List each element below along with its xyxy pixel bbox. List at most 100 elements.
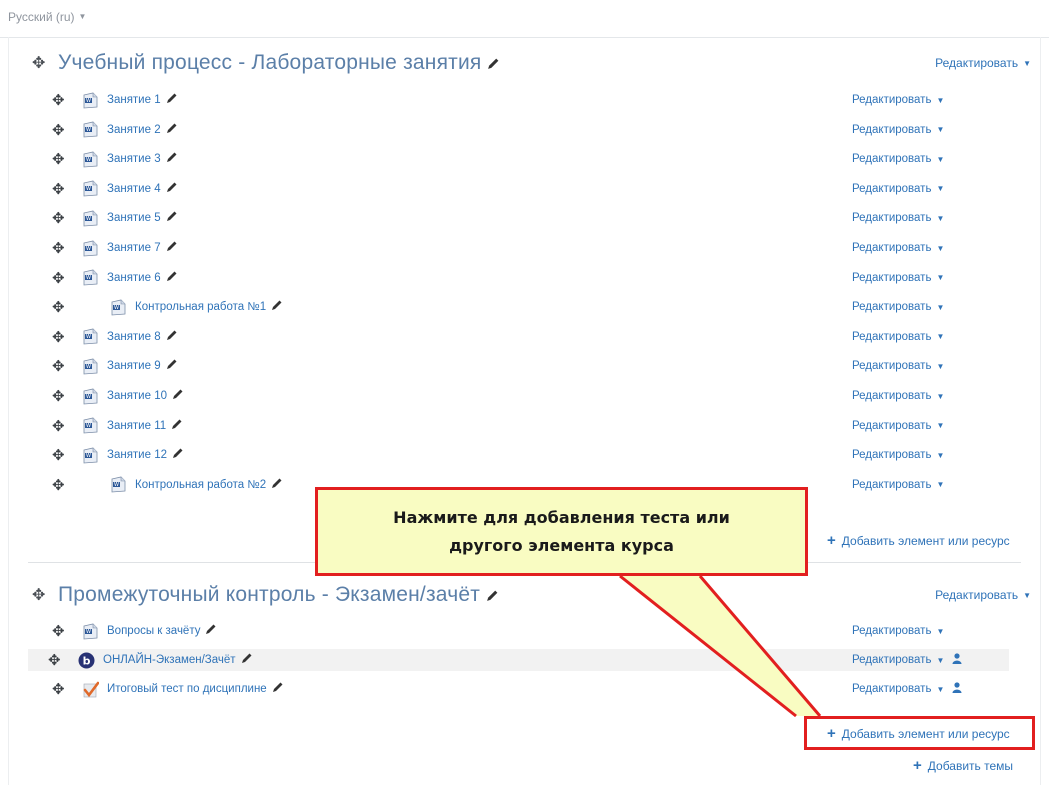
activity-edit-menu[interactable]: Редактировать ▼: [852, 625, 944, 637]
content-border-right: [1040, 37, 1041, 785]
activity-link[interactable]: Занятие 1: [107, 94, 161, 106]
move-icon[interactable]: ✥: [32, 53, 58, 73]
move-icon[interactable]: ✥: [52, 180, 78, 198]
activity-edit-menu[interactable]: Редактировать ▼: [852, 153, 944, 165]
activity-row[interactable]: ✥ W Занятие 12 Редактировать ▼: [32, 444, 1009, 466]
pencil-icon[interactable]: [166, 209, 178, 227]
pencil-icon[interactable]: [172, 387, 184, 405]
activity-row[interactable]: ✥ W Вопросы к зачёту Редактировать ▼: [32, 620, 1009, 642]
pencil-icon[interactable]: [171, 417, 183, 435]
move-icon[interactable]: ✥: [52, 680, 78, 698]
pencil-icon[interactable]: [166, 269, 178, 287]
pencil-icon[interactable]: [166, 121, 178, 139]
activity-edit-menu[interactable]: Редактировать ▼: [852, 653, 962, 667]
move-icon[interactable]: ✥: [52, 298, 78, 316]
activity-link[interactable]: Контрольная работа №2: [135, 479, 266, 491]
move-icon[interactable]: ✥: [32, 585, 58, 605]
move-icon[interactable]: ✥: [52, 357, 78, 375]
activity-row[interactable]: ✥ W Занятие 9 Редактировать ▼: [32, 355, 1009, 377]
pencil-icon[interactable]: [166, 91, 178, 109]
pencil-icon[interactable]: [272, 680, 284, 698]
activity-edit-menu[interactable]: Редактировать ▼: [852, 479, 944, 491]
activity-edit-menu[interactable]: Редактировать ▼: [852, 360, 944, 372]
pencil-icon[interactable]: [166, 150, 178, 168]
activity-edit-menu[interactable]: Редактировать ▼: [852, 682, 962, 696]
section-title[interactable]: Промежуточный контроль - Экзамен/зачёт: [58, 583, 480, 607]
move-icon[interactable]: ✥: [52, 622, 78, 640]
activity-row[interactable]: ✥ W Занятие 10 Редактировать ▼: [32, 385, 1009, 407]
activity-row[interactable]: ✥ W Занятие 5 Редактировать ▼: [32, 207, 1009, 229]
pencil-icon[interactable]: [166, 239, 178, 257]
move-icon[interactable]: ✥: [52, 476, 78, 494]
activity-row[interactable]: ✥ W Контрольная работа №1 Редактировать ▼: [32, 296, 1009, 318]
activity-row[interactable]: ✥ W Занятие 8 Редактировать ▼: [32, 326, 1009, 348]
activity-link[interactable]: Вопросы к зачёту: [107, 625, 200, 637]
activity-link[interactable]: Занятие 12: [107, 449, 167, 461]
activity-row[interactable]: ✥ W Занятие 6 Редактировать ▼: [32, 267, 1009, 289]
user-icon[interactable]: [952, 653, 962, 667]
activity-edit-menu[interactable]: Редактировать ▼: [852, 331, 944, 343]
activity-edit-menu[interactable]: Редактировать ▼: [852, 390, 944, 402]
pencil-icon[interactable]: [271, 298, 283, 316]
activity-row[interactable]: ✥ W Занятие 3 Редактировать ▼: [32, 148, 1009, 170]
move-icon[interactable]: ✥: [52, 91, 78, 109]
move-icon[interactable]: ✥: [52, 417, 78, 435]
pencil-icon[interactable]: [241, 651, 253, 669]
add-label: Добавить элемент или ресурс: [841, 533, 1010, 548]
activity-link[interactable]: Занятие 4: [107, 183, 161, 195]
activity-link[interactable]: Занятие 6: [107, 272, 161, 284]
section-edit-menu[interactable]: Редактировать ▼: [935, 588, 1031, 602]
move-icon[interactable]: ✥: [52, 121, 78, 139]
activity-edit-menu[interactable]: Редактировать ▼: [852, 94, 944, 106]
section-title[interactable]: Учебный процесс - Лабораторные занятия: [58, 51, 481, 75]
move-icon[interactable]: ✥: [52, 209, 78, 227]
edit-label: Редактировать: [852, 390, 932, 402]
activity-link[interactable]: Занятие 2: [107, 124, 161, 136]
pencil-icon[interactable]: [166, 328, 178, 346]
activity-edit-menu[interactable]: Редактировать ▼: [852, 272, 944, 284]
activity-row[interactable]: ✥ W Занятие 11 Редактировать ▼: [32, 415, 1009, 437]
activity-link[interactable]: Занятие 11: [107, 420, 166, 432]
pencil-icon[interactable]: [486, 589, 499, 602]
activity-edit-menu[interactable]: Редактировать ▼: [852, 449, 944, 461]
activity-edit-menu[interactable]: Редактировать ▼: [852, 212, 944, 224]
move-icon[interactable]: ✥: [52, 239, 78, 257]
activity-link[interactable]: Занятие 10: [107, 390, 167, 402]
activity-link[interactable]: Контрольная работа №1: [135, 301, 266, 313]
move-icon[interactable]: ✥: [48, 651, 74, 669]
activity-link[interactable]: Итоговый тест по дисциплине: [107, 683, 267, 695]
activity-link[interactable]: Занятие 8: [107, 331, 161, 343]
activity-row[interactable]: ✥ b ОНЛАЙН-Экзамен/Зачёт Редактировать ▼: [28, 649, 1009, 671]
user-icon[interactable]: [952, 682, 962, 696]
move-icon[interactable]: ✥: [52, 150, 78, 168]
language-selector[interactable]: Русский ‎(ru)‎ ▼: [8, 10, 86, 24]
pencil-icon[interactable]: [166, 357, 178, 375]
add-topics-button[interactable]: + Добавить темы: [913, 757, 1013, 774]
activity-link[interactable]: ОНЛАЙН-Экзамен/Зачёт: [103, 654, 236, 666]
activity-edit-menu[interactable]: Редактировать ▼: [852, 242, 944, 254]
activity-edit-menu[interactable]: Редактировать ▼: [852, 420, 944, 432]
activity-edit-menu[interactable]: Редактировать ▼: [852, 301, 944, 313]
pencil-icon[interactable]: [205, 622, 217, 640]
pencil-icon[interactable]: [166, 180, 178, 198]
add-activity-button-1[interactable]: + Добавить элемент или ресурс: [827, 532, 1010, 549]
activity-link[interactable]: Занятие 7: [107, 242, 161, 254]
activity-row[interactable]: ✥ Итоговый тест по дисциплине Редактироват…: [32, 678, 1009, 700]
pencil-icon[interactable]: [487, 57, 500, 70]
activity-link[interactable]: Занятие 9: [107, 360, 161, 372]
activity-link[interactable]: Занятие 3: [107, 153, 161, 165]
activity-row[interactable]: ✥ W Занятие 7 Редактировать ▼: [32, 237, 1009, 259]
move-icon[interactable]: ✥: [52, 387, 78, 405]
activity-row[interactable]: ✥ W Занятие 1 Редактировать ▼: [32, 89, 1009, 111]
move-icon[interactable]: ✥: [52, 446, 78, 464]
activity-edit-menu[interactable]: Редактировать ▼: [852, 124, 944, 136]
activity-edit-menu[interactable]: Редактировать ▼: [852, 183, 944, 195]
activity-row[interactable]: ✥ W Занятие 2 Редактировать ▼: [32, 119, 1009, 141]
move-icon[interactable]: ✥: [52, 269, 78, 287]
section-edit-menu[interactable]: Редактировать ▼: [935, 56, 1031, 70]
move-icon[interactable]: ✥: [52, 328, 78, 346]
pencil-icon[interactable]: [271, 476, 283, 494]
activity-row[interactable]: ✥ W Занятие 4 Редактировать ▼: [32, 178, 1009, 200]
activity-link[interactable]: Занятие 5: [107, 212, 161, 224]
pencil-icon[interactable]: [172, 446, 184, 464]
